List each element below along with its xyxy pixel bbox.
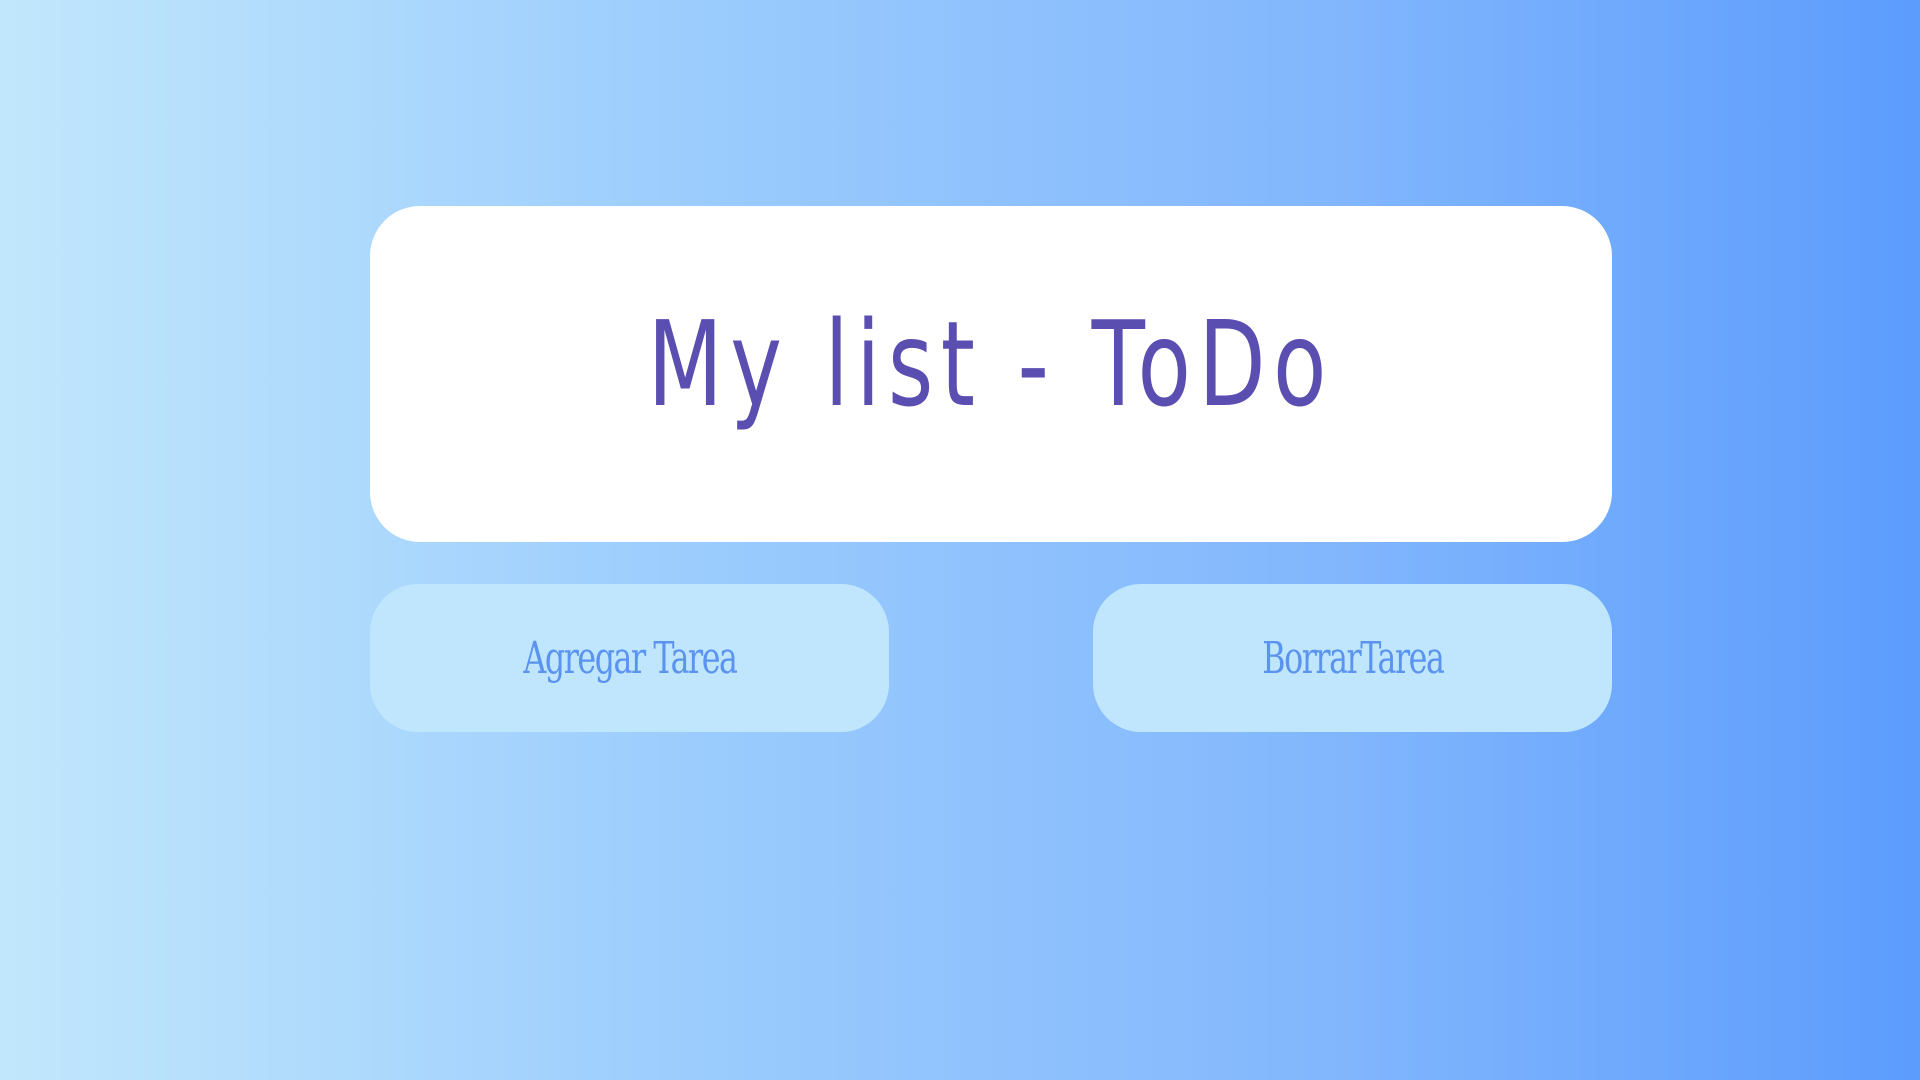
page-title: My list - ToDo <box>647 295 1335 433</box>
title-card: My list - ToDo <box>370 206 1612 542</box>
delete-task-button-label: BorrarTarea <box>1261 632 1445 684</box>
add-task-button-label: Agregar Tarea <box>522 632 737 684</box>
delete-task-button[interactable]: BorrarTarea <box>1093 584 1612 732</box>
add-task-button[interactable]: Agregar Tarea <box>370 584 889 732</box>
